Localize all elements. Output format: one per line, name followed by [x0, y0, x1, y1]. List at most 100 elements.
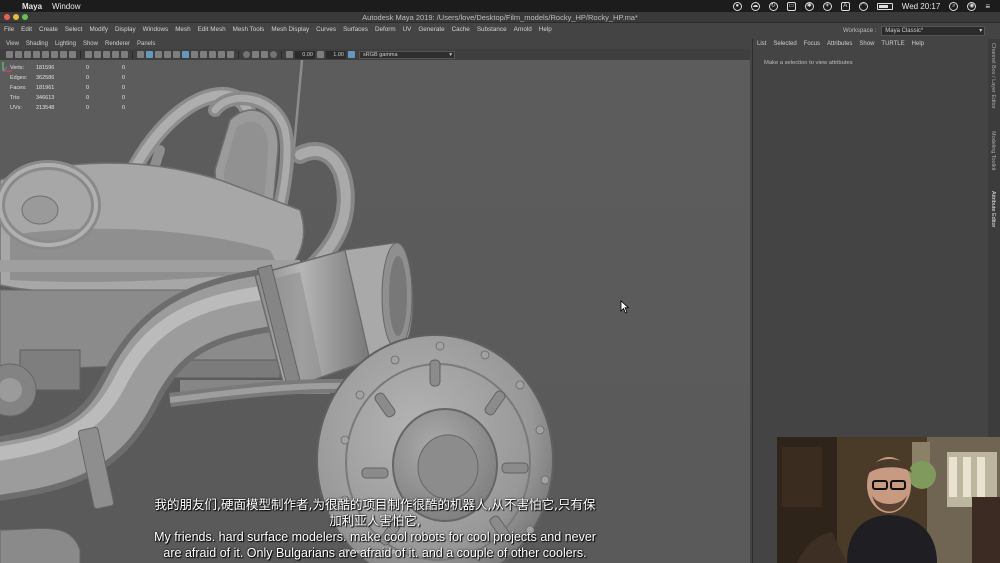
attr-menu-list[interactable]: List: [757, 41, 766, 47]
tab-modeling-toolkit[interactable]: Modeling Toolkit: [990, 131, 996, 170]
menu-select[interactable]: Select: [65, 26, 83, 33]
panel-menu-shading[interactable]: Shading: [26, 41, 48, 47]
menu-cache[interactable]: Cache: [452, 26, 470, 33]
hud-label: Tris:: [10, 95, 21, 101]
battery-icon[interactable]: [876, 2, 893, 10]
panel-menu-lighting[interactable]: Lighting: [55, 41, 76, 47]
field-chart-icon[interactable]: [103, 51, 110, 58]
window-title-bar: Autodesk Maya 2019: /Users/love/Desktop/…: [0, 12, 1000, 23]
wireframe-on-shaded-icon[interactable]: [164, 51, 171, 58]
menu-uv[interactable]: UV: [403, 26, 412, 33]
menu-modify[interactable]: Modify: [89, 26, 108, 33]
menu-mesh[interactable]: Mesh: [175, 26, 190, 33]
menu-edit[interactable]: Edit: [21, 26, 32, 33]
xray-components-icon[interactable]: [270, 51, 277, 58]
menu-windows[interactable]: Windows: [143, 26, 169, 33]
film-gate-icon[interactable]: [69, 51, 76, 58]
smooth-shade-icon[interactable]: [146, 51, 153, 58]
resolution-gate-icon[interactable]: [85, 51, 92, 58]
grid-icon[interactable]: [60, 51, 67, 58]
viewport-toolbar: 0.00 1.00 sRGB gamma: [0, 49, 750, 60]
panel-menu-view[interactable]: View: [6, 41, 19, 47]
select-camera-icon[interactable]: [6, 51, 13, 58]
depth-of-field-icon[interactable]: [227, 51, 234, 58]
menu-file[interactable]: File: [4, 26, 14, 33]
panel-menu-renderer[interactable]: Renderer: [105, 41, 130, 47]
textured-icon[interactable]: [173, 51, 180, 58]
workspace-dropdown[interactable]: Maya Classic*: [881, 26, 986, 36]
xray-icon[interactable]: [252, 51, 259, 58]
tab-attribute-editor[interactable]: Attribute Editor: [990, 191, 996, 227]
subtitle-english-line-2: are afraid of it. Only Bulgarians are af…: [163, 546, 587, 560]
attr-menu-show[interactable]: Show: [859, 41, 874, 47]
clock[interactable]: Wed 20:17: [902, 2, 941, 11]
minimize-window-button[interactable]: [13, 14, 19, 20]
grease-pencil-icon[interactable]: [51, 51, 58, 58]
user-icon[interactable]: ◉: [967, 1, 977, 11]
use-all-lights-icon[interactable]: [182, 51, 189, 58]
gamma-field[interactable]: 1.00: [326, 50, 346, 59]
macos-menu-bar: Maya Window ● ☁ ↻ ▭ ✱ ☀ A ◠ Wed 20:17 ⌕ …: [0, 0, 1000, 12]
menu-curves[interactable]: Curves: [316, 26, 336, 33]
panel-menu-panels[interactable]: Panels: [137, 41, 155, 47]
anti-aliasing-icon[interactable]: [218, 51, 225, 58]
menu-display[interactable]: Display: [115, 26, 136, 33]
cloud-icon[interactable]: ☁: [750, 1, 760, 11]
menu-surfaces[interactable]: Surfaces: [343, 26, 368, 33]
display-icon[interactable]: ▭: [786, 1, 796, 11]
image-plane-icon[interactable]: [33, 51, 40, 58]
search-icon[interactable]: ⌕: [949, 1, 959, 11]
settings-icon[interactable]: ✱: [804, 1, 814, 11]
macos-window-menu[interactable]: Window: [52, 2, 80, 11]
brightness-icon[interactable]: ☀: [822, 1, 832, 11]
wifi-icon[interactable]: ◠: [858, 1, 868, 11]
menu-edit-mesh[interactable]: Edit Mesh: [198, 26, 226, 33]
menu-list-icon[interactable]: ≡: [985, 2, 990, 11]
color-management-icon[interactable]: [348, 51, 355, 58]
screen-space-ao-icon[interactable]: [200, 51, 207, 58]
safe-title-icon[interactable]: [121, 51, 128, 58]
camera-attributes-icon[interactable]: [15, 51, 22, 58]
menu-deform[interactable]: Deform: [375, 26, 396, 33]
subtitle-chinese: 我的朋友们,硬面模型制作者,为很酷的项目制作很酷的机器人,从不害怕它,只有保加利…: [154, 497, 596, 528]
bookmarks-icon[interactable]: [24, 51, 31, 58]
keyboard-icon[interactable]: A: [840, 1, 850, 11]
use-default-material-icon[interactable]: [155, 51, 162, 58]
fullscreen-window-button[interactable]: [22, 14, 28, 20]
close-window-button[interactable]: [4, 14, 10, 20]
3d-viewport[interactable]: Verts: 181596 0 0 Edges: 362586 0 0 Face…: [0, 60, 750, 563]
macos-app-menu[interactable]: Maya: [22, 2, 42, 11]
record-icon[interactable]: ●: [732, 1, 742, 11]
2d-pan-zoom-icon[interactable]: [42, 51, 49, 58]
gate-mask-icon[interactable]: [94, 51, 101, 58]
panel-menu-show[interactable]: Show: [83, 41, 98, 47]
menu-substance[interactable]: Substance: [477, 26, 507, 33]
menu-mesh-display[interactable]: Mesh Display: [271, 26, 309, 33]
safe-action-icon[interactable]: [112, 51, 119, 58]
view-transform-dropdown[interactable]: sRGB gamma: [359, 50, 455, 59]
attr-menu-turtle[interactable]: TURTLE: [881, 41, 904, 47]
sync-icon[interactable]: ↻: [768, 1, 778, 11]
menu-generate[interactable]: Generate: [418, 26, 444, 33]
menu-help[interactable]: Help: [539, 26, 552, 33]
gamma-icon[interactable]: [317, 51, 324, 58]
attr-menu-attributes[interactable]: Attributes: [827, 41, 852, 47]
shadows-icon[interactable]: [191, 51, 198, 58]
exposure-field[interactable]: 0.00: [295, 50, 315, 59]
isolate-select-icon[interactable]: [243, 51, 250, 58]
exposure-icon[interactable]: [286, 51, 293, 58]
menu-arnold[interactable]: Arnold: [514, 26, 532, 33]
attr-menu-selected[interactable]: Selected: [773, 41, 796, 47]
axis-gizmo-icon: [2, 62, 12, 72]
motion-blur-icon[interactable]: [209, 51, 216, 58]
xray-joints-icon[interactable]: [261, 51, 268, 58]
macos-status-tray: ● ☁ ↻ ▭ ✱ ☀ A ◠ Wed 20:17 ⌕ ◉ ≡: [732, 0, 990, 12]
menu-mesh-tools[interactable]: Mesh Tools: [233, 26, 265, 33]
hud-row-edges: Edges: 362586 0 0: [10, 73, 142, 83]
menu-create[interactable]: Create: [39, 26, 58, 33]
attr-menu-help[interactable]: Help: [912, 41, 924, 47]
attr-menu-focus[interactable]: Focus: [804, 41, 820, 47]
hud-value: 213548: [36, 105, 55, 111]
wireframe-icon[interactable]: [137, 51, 144, 58]
tab-channel-box[interactable]: Channel Box / Layer Editor: [990, 43, 996, 109]
